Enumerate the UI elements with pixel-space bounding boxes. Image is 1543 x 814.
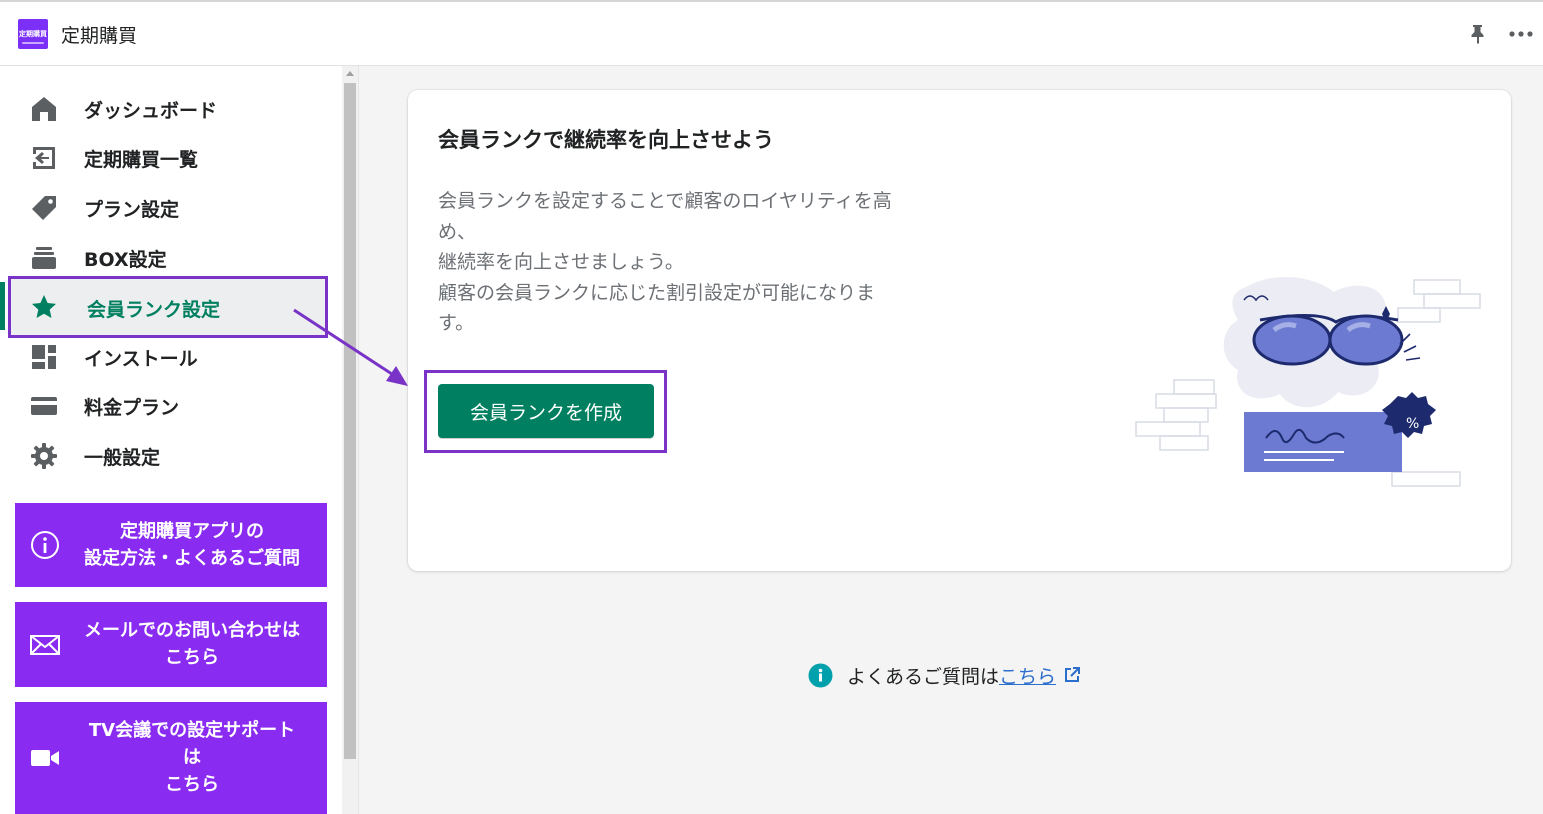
sidebar-item-pricing[interactable]: 料金プラン — [8, 381, 328, 429]
member-rank-card: 会員ランクで継続率を向上させよう 会員ランクを設定することで顧客のロイヤリティを… — [408, 90, 1511, 571]
star-icon — [32, 295, 56, 318]
faq-help-label: 定期購買アプリの 設定方法・よくあるご質問 — [84, 521, 300, 569]
gear-icon — [31, 443, 57, 469]
scroll-up-arrow-icon[interactable] — [346, 71, 354, 76]
sidebar-item-member-rank[interactable]: 会員ランク設定 — [8, 276, 328, 338]
app-title: 定期購買 — [61, 25, 138, 47]
info-icon — [808, 663, 833, 687]
sidebar-scrollbar[interactable] — [342, 66, 359, 814]
sidebar-item-plans[interactable]: プラン設定 — [8, 183, 328, 231]
faq-help-button[interactable]: 定期購買アプリの 設定方法・よくあるご質問 — [15, 503, 327, 587]
stack-icon — [32, 247, 56, 269]
external-link-icon[interactable] — [1063, 666, 1081, 684]
sidebar-item-label: 料金プラン — [84, 397, 180, 419]
email-contact-label: メールでのお問い合わせは こちら — [84, 620, 300, 668]
active-indicator — [0, 282, 5, 330]
scrollbar-thumb[interactable] — [344, 83, 356, 759]
tag-icon — [32, 196, 56, 220]
info-icon — [31, 531, 59, 559]
sidebar-item-label: プラン設定 — [84, 199, 180, 221]
pin-icon[interactable] — [1466, 22, 1490, 46]
faq-footer: よくあるご質問は こちら — [808, 660, 1081, 690]
top-bar: 定期購買 定期購買 — [0, 0, 1543, 66]
sidebar-item-general-settings[interactable]: 一般設定 — [8, 431, 328, 479]
credit-card-icon — [31, 397, 57, 415]
faq-footer-link[interactable]: こちら — [999, 662, 1056, 689]
email-contact-button[interactable]: メールでのお問い合わせは こちら — [15, 602, 327, 687]
tv-support-label: TV会議での設定サポート は こちら — [88, 720, 296, 795]
mail-icon — [30, 635, 60, 655]
card-description: 会員ランクを設定することで顧客のロイヤリティを高 め、 継続率を向上させましょう… — [438, 190, 892, 334]
svg-text:%: % — [1406, 416, 1419, 432]
sidebar: ダッシュボード 定期購買一覧 プラン設定 BOX設定 会員ランク設定 インストー… — [0, 66, 342, 814]
video-icon — [31, 750, 59, 766]
card-title: 会員ランクで継続率を向上させよう — [438, 128, 774, 152]
sidebar-item-label: BOX設定 — [84, 249, 167, 271]
more-horizontal-icon[interactable] — [1507, 22, 1535, 46]
turtle-sunglasses-illustration: % — [1135, 276, 1481, 487]
sidebar-item-label: ダッシュボード — [84, 100, 218, 122]
sidebar-item-label: インストール — [84, 348, 198, 370]
home-icon — [32, 97, 56, 121]
tv-support-button[interactable]: TV会議での設定サポート は こちら — [15, 702, 327, 814]
layout-icon — [32, 345, 56, 369]
sidebar-item-box[interactable]: BOX設定 — [8, 233, 328, 281]
create-member-rank-button[interactable]: 会員ランクを作成 — [438, 384, 654, 438]
sidebar-item-install[interactable]: インストール — [8, 332, 328, 380]
faq-footer-text: よくあるご質問は — [847, 665, 1000, 688]
app-logo: 定期購買 — [18, 19, 48, 49]
sidebar-item-label: 定期購買一覧 — [84, 149, 199, 171]
sidebar-item-label: 一般設定 — [84, 447, 161, 469]
sidebar-item-dashboard[interactable]: ダッシュボード — [8, 84, 328, 132]
sidebar-item-label: 会員ランク設定 — [87, 299, 221, 321]
import-icon — [33, 147, 55, 169]
sidebar-item-subscriptions[interactable]: 定期購買一覧 — [8, 133, 328, 181]
